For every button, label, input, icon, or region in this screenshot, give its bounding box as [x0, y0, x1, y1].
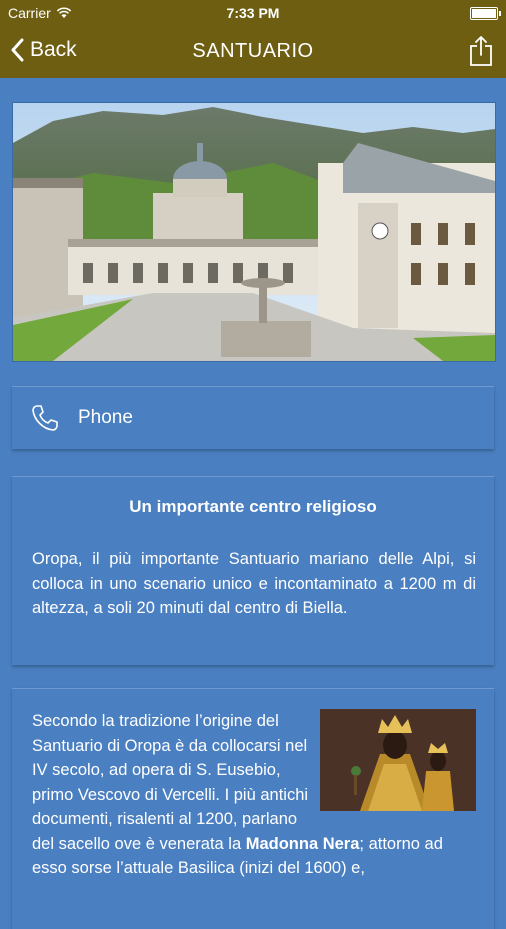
phone-card: Phone [12, 386, 494, 449]
history-text-part1: Secondo la tradizione l’origine del Sant… [32, 712, 309, 853]
status-bar: Carrier 7:33 PM [0, 0, 506, 26]
madonna-nera-photo [320, 709, 476, 811]
phone-button[interactable]: Phone [12, 387, 494, 449]
share-icon[interactable] [468, 35, 494, 67]
madonna-nera-highlight: Madonna Nera [245, 834, 360, 853]
intro-card: Un importante centro religioso Oropa, il… [12, 476, 494, 665]
history-text: Secondo la tradizione l’origine del Sant… [32, 709, 476, 881]
page-title: SANTUARIO [192, 40, 314, 62]
phone-label: Phone [78, 407, 133, 428]
status-time: 7:33 PM [226, 5, 280, 21]
phone-icon [32, 405, 58, 431]
sanctuary-photo [12, 102, 496, 362]
history-card: Secondo la tradizione l’origine del Sant… [12, 688, 494, 929]
navigation-bar: Back SANTUARIO [0, 26, 506, 78]
battery-icon [470, 7, 501, 20]
intro-text: Oropa, il più importante Santuario maria… [32, 550, 476, 617]
intro-title: Un importante centro religioso [129, 497, 377, 516]
